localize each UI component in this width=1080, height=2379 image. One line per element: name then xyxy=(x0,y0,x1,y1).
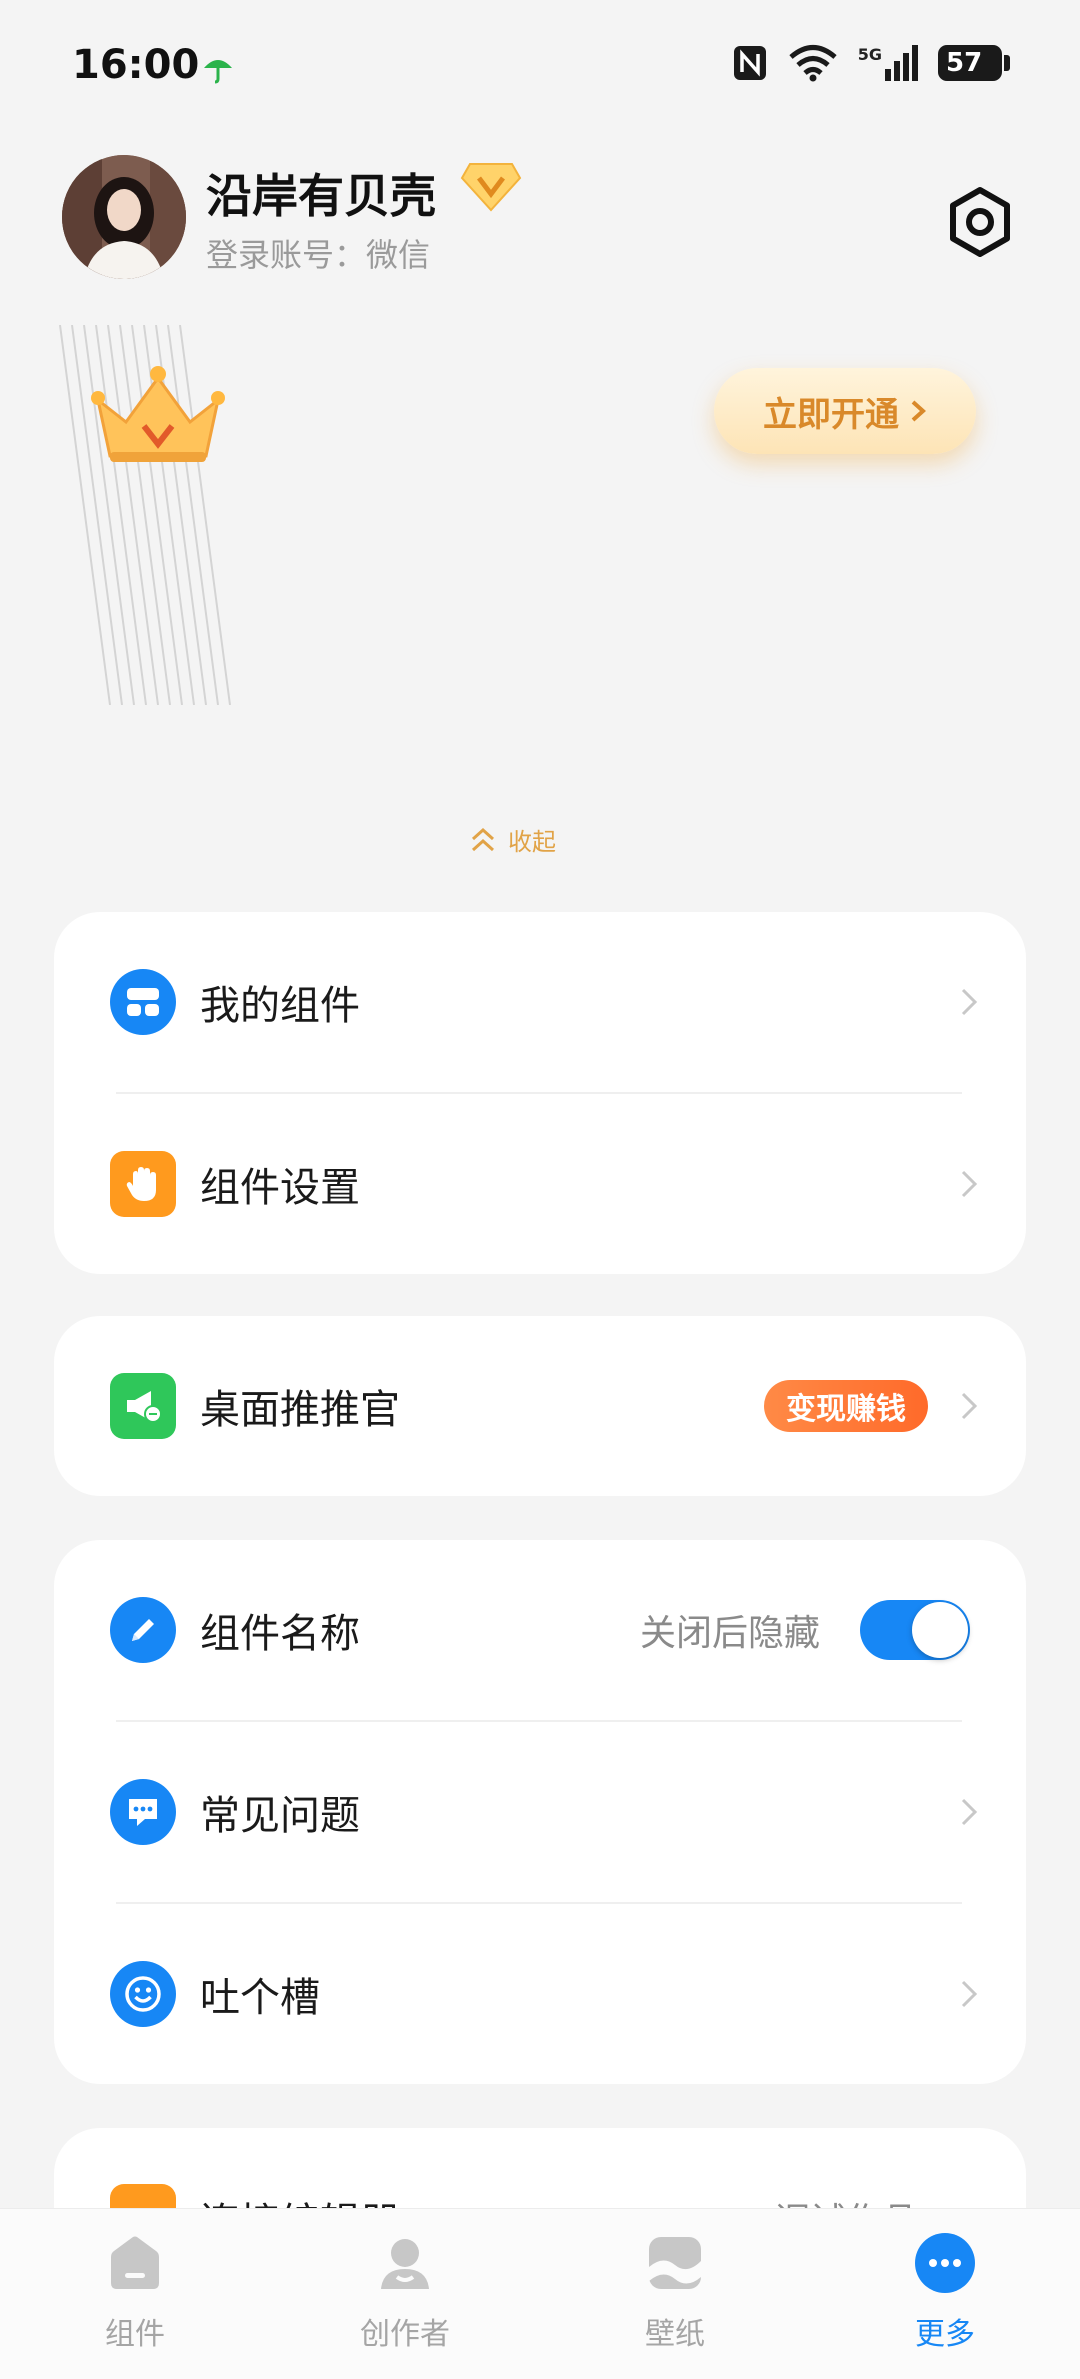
nav-label: 组件 xyxy=(105,2317,165,2352)
widget-grid-icon xyxy=(110,969,176,1035)
avatar-image xyxy=(62,155,186,279)
widget-name-hint: 关闭后隐藏 xyxy=(639,1613,820,1654)
wallpaper-icon xyxy=(649,2237,701,2289)
collapse-toggle[interactable]: 收起 xyxy=(470,822,556,857)
misc-card: 组件名称 关闭后隐藏 常见问题 吐个槽 xyxy=(54,1540,1026,2084)
nav-label: 壁纸 xyxy=(645,2317,705,2352)
username: 沿岸有贝壳 xyxy=(206,169,436,223)
my-widgets-label: 我的组件 xyxy=(200,983,360,1029)
more-icon xyxy=(915,2233,975,2293)
chevron-up-double-icon xyxy=(471,827,495,851)
person-icon xyxy=(381,2239,429,2289)
collapse-label: 收起 xyxy=(508,828,556,856)
widget-name-label: 组件名称 xyxy=(200,1611,360,1657)
wifi-icon xyxy=(789,45,837,82)
faq-row[interactable]: 常见问题 xyxy=(54,1722,1026,1902)
megaphone-icon xyxy=(110,1373,176,1439)
vip-diamond-icon[interactable] xyxy=(460,158,522,214)
chat-bubble-icon xyxy=(110,1779,176,1845)
umbrella-icon xyxy=(204,60,232,84)
login-account-label: 登录账号：微信 xyxy=(206,236,431,274)
open-vip-button[interactable]: 立即开通 xyxy=(714,368,976,454)
nav-tab-wallpapers[interactable]: 壁纸 xyxy=(595,2231,755,2353)
promoter-card: 桌面推推官 变现赚钱 xyxy=(54,1316,1026,1496)
home-icon xyxy=(111,2236,159,2289)
nav-tab-creators[interactable]: 创作者 xyxy=(325,2231,485,2353)
feedback-row[interactable]: 吐个槽 xyxy=(54,1904,1026,2084)
desktop-promoter-label: 桌面推推官 xyxy=(200,1387,400,1433)
settings-icon[interactable] xyxy=(942,184,1018,260)
nav-label: 更多 xyxy=(915,2317,975,2352)
avatar[interactable] xyxy=(62,155,186,279)
chevron-right-icon xyxy=(911,400,926,422)
widgets-card: 我的组件 组件设置 xyxy=(54,912,1026,1274)
bottom-navigation: 组件 创作者 壁纸 更多 xyxy=(0,2208,1080,2379)
battery-icon: 57 xyxy=(938,45,1010,81)
nfc-icon xyxy=(733,46,766,80)
widget-settings-label: 组件设置 xyxy=(200,1165,360,1211)
desktop-promoter-row[interactable]: 桌面推推官 变现赚钱 xyxy=(54,1316,1026,1496)
smiley-icon xyxy=(110,1961,176,2027)
monetize-badge: 变现赚钱 xyxy=(764,1380,928,1432)
nav-tab-more[interactable]: 更多 xyxy=(865,2231,1025,2353)
my-widgets-row[interactable]: 我的组件 xyxy=(54,912,1026,1092)
hand-icon xyxy=(110,1151,176,1217)
chevron-right-icon xyxy=(961,988,978,1016)
chevron-right-icon xyxy=(961,1798,978,1826)
crown-icon xyxy=(91,366,225,462)
widget-name-toggle[interactable] xyxy=(860,1600,970,1660)
feedback-label: 吐个槽 xyxy=(200,1975,320,2021)
network-type: 5G xyxy=(857,45,882,64)
widget-settings-row[interactable]: 组件设置 xyxy=(54,1094,1026,1274)
nav-tab-widgets[interactable]: 组件 xyxy=(55,2231,215,2353)
nav-label: 创作者 xyxy=(360,2317,450,2352)
pencil-icon xyxy=(110,1597,176,1663)
status-bar: 16:00 5G 57 xyxy=(0,0,1080,130)
toggle-knob xyxy=(912,1602,968,1658)
faq-label: 常见问题 xyxy=(200,1793,360,1839)
status-time: 16:00 xyxy=(72,42,200,88)
status-icons: 5G 57 xyxy=(732,44,1010,82)
battery-level: 57 xyxy=(946,48,983,78)
chevron-right-icon xyxy=(961,1392,978,1420)
chevron-right-icon xyxy=(961,1170,978,1198)
open-vip-label: 立即开通 xyxy=(763,394,899,435)
chevron-right-icon xyxy=(961,1980,978,2008)
signal-icon: 5G xyxy=(858,45,918,81)
widget-name-row: 组件名称 关闭后隐藏 xyxy=(54,1540,1026,1720)
